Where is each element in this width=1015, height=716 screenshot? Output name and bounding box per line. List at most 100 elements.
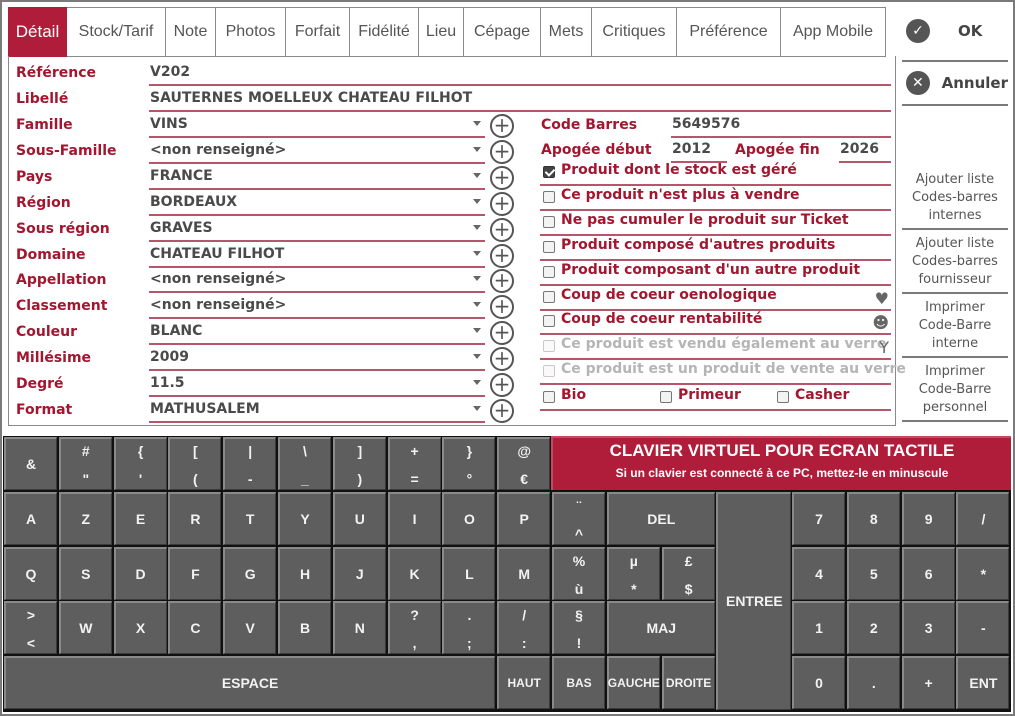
tab-note[interactable]: Note [166,7,216,57]
key[interactable]: L [442,546,496,600]
key[interactable]: I [387,491,441,545]
key[interactable]: % ù [552,546,605,600]
key[interactable]: ]) [332,437,386,490]
key[interactable]: P [497,491,551,545]
apogee-debut-input[interactable]: 2012 [671,139,727,163]
key[interactable]: M [497,546,551,600]
add-sous-famille-button[interactable]: + [490,139,514,164]
delete-key[interactable]: DEL [606,491,715,545]
millesime-select[interactable]: 2009 [149,347,485,372]
key[interactable]: ¨ ^ [552,491,605,545]
apogee-fin-input[interactable]: 2026 [839,139,891,163]
print-personal-barcode-button[interactable]: Imprimer Code-Barre personnel [902,360,1008,422]
add-pays-button[interactable]: + [490,165,514,190]
numpad-key[interactable]: 5 [846,546,900,600]
tab-mets[interactable]: Mets [541,7,592,57]
option-checkbox[interactable] [543,166,555,178]
tab-detail[interactable]: Détail [8,7,67,57]
option-checkbox[interactable] [543,265,555,278]
enter-key[interactable]: ENTREE [716,491,792,710]
key[interactable]: X [113,601,167,655]
tab-preference[interactable]: Préférence [677,7,781,57]
numpad-key[interactable]: 8 [846,491,900,545]
key[interactable]: N [332,601,386,655]
key[interactable]: > < [4,601,57,655]
key[interactable]: C [168,601,222,655]
key[interactable]: Q [4,546,57,600]
key[interactable]: U [332,491,386,545]
key[interactable]: @ € [497,437,551,490]
key[interactable]: W [58,601,112,655]
numpad-key[interactable]: + [901,656,955,710]
numpad-key[interactable]: 2 [846,601,900,655]
add-domaine-button[interactable]: + [490,243,514,268]
tab-photos[interactable]: Photos [216,7,286,57]
numpad-key[interactable]: ENT [956,656,1010,710]
option-checkbox[interactable] [543,315,555,328]
key[interactable]: D [113,546,167,600]
option-checkbox[interactable] [543,290,555,303]
key[interactable]: {' [113,437,167,490]
add-internal-barcodes-button[interactable]: Ajouter liste Codes-barres internes [902,168,1008,230]
numpad-key[interactable]: 3 [901,601,955,655]
tab-fidelite[interactable]: Fidélité [350,7,419,57]
degre-select[interactable]: 11.5 [149,373,485,397]
right-key[interactable]: DROITE [661,656,715,710]
key[interactable]: V [223,601,277,655]
tab-stock-tarif[interactable]: Stock/Tarif [67,7,166,57]
key[interactable]: E [113,491,167,545]
cancel-button[interactable]: ✕ Annuler [902,60,1008,106]
option-checkbox[interactable] [543,240,555,253]
sous-region-select[interactable]: GRAVES [149,218,485,242]
ok-button[interactable]: ✓ OK [902,8,1008,54]
key[interactable]: §! [552,601,605,655]
numpad-key[interactable]: - [956,601,1010,655]
region-select[interactable]: BORDEAUX [149,192,485,216]
tab-forfait[interactable]: Forfait [286,7,350,57]
pays-select[interactable]: FRANCE [149,166,485,190]
key[interactable]: T [223,491,277,545]
add-appellation-button[interactable]: + [490,269,514,294]
key[interactable]: + = [387,437,441,490]
key[interactable]: K [387,546,441,600]
key[interactable]: | - [223,437,277,490]
key[interactable]: R [168,491,222,545]
key[interactable]: .; [442,601,496,655]
add-region-button[interactable]: + [490,191,514,216]
key[interactable]: J [332,546,386,600]
tab-app-mobile[interactable]: App Mobile [781,7,886,57]
add-sous-region-button[interactable]: + [490,217,514,242]
key[interactable]: [( [168,437,222,490]
add-supplier-barcodes-button[interactable]: Ajouter liste Codes-barres fournisseur [902,232,1008,294]
numpad-key[interactable]: 7 [792,491,845,545]
shift-key[interactable]: MAJ [606,601,715,655]
tab-lieu[interactable]: Lieu [419,7,464,57]
format-select[interactable]: MATHUSALEM [149,399,485,423]
key[interactable]: B [278,601,331,655]
reference-input[interactable]: V202 [149,62,891,86]
key[interactable]: G [223,546,277,600]
classement-select[interactable]: <non renseigné> [149,295,485,320]
key[interactable]: A [4,491,57,545]
appellation-select[interactable]: <non renseigné> [149,269,485,294]
key[interactable]: Y [278,491,331,545]
add-couleur-button[interactable]: + [490,321,514,346]
add-classement-button[interactable]: + [490,295,514,320]
key[interactable]: S [58,546,112,600]
key[interactable]: µ * [606,546,660,600]
key[interactable]: £ $ [661,546,715,600]
option-checkbox[interactable] [543,215,555,228]
numpad-key[interactable]: 0 [792,656,845,710]
key[interactable]: Z [58,491,112,545]
numpad-key[interactable]: 1 [792,601,845,655]
tab-cepage[interactable]: Cépage [464,7,541,57]
sous-famille-select[interactable]: <non renseigné> [149,140,485,164]
key[interactable]: # " [58,437,112,490]
add-millesime-button[interactable]: + [490,347,514,372]
code-barres-input[interactable]: 5649576 [671,114,891,138]
down-key[interactable]: BAS [552,656,605,710]
key[interactable]: H [278,546,331,600]
numpad-key[interactable]: 4 [792,546,845,600]
left-key[interactable]: GAUCHE [606,656,660,710]
up-key[interactable]: HAUT [497,656,551,710]
